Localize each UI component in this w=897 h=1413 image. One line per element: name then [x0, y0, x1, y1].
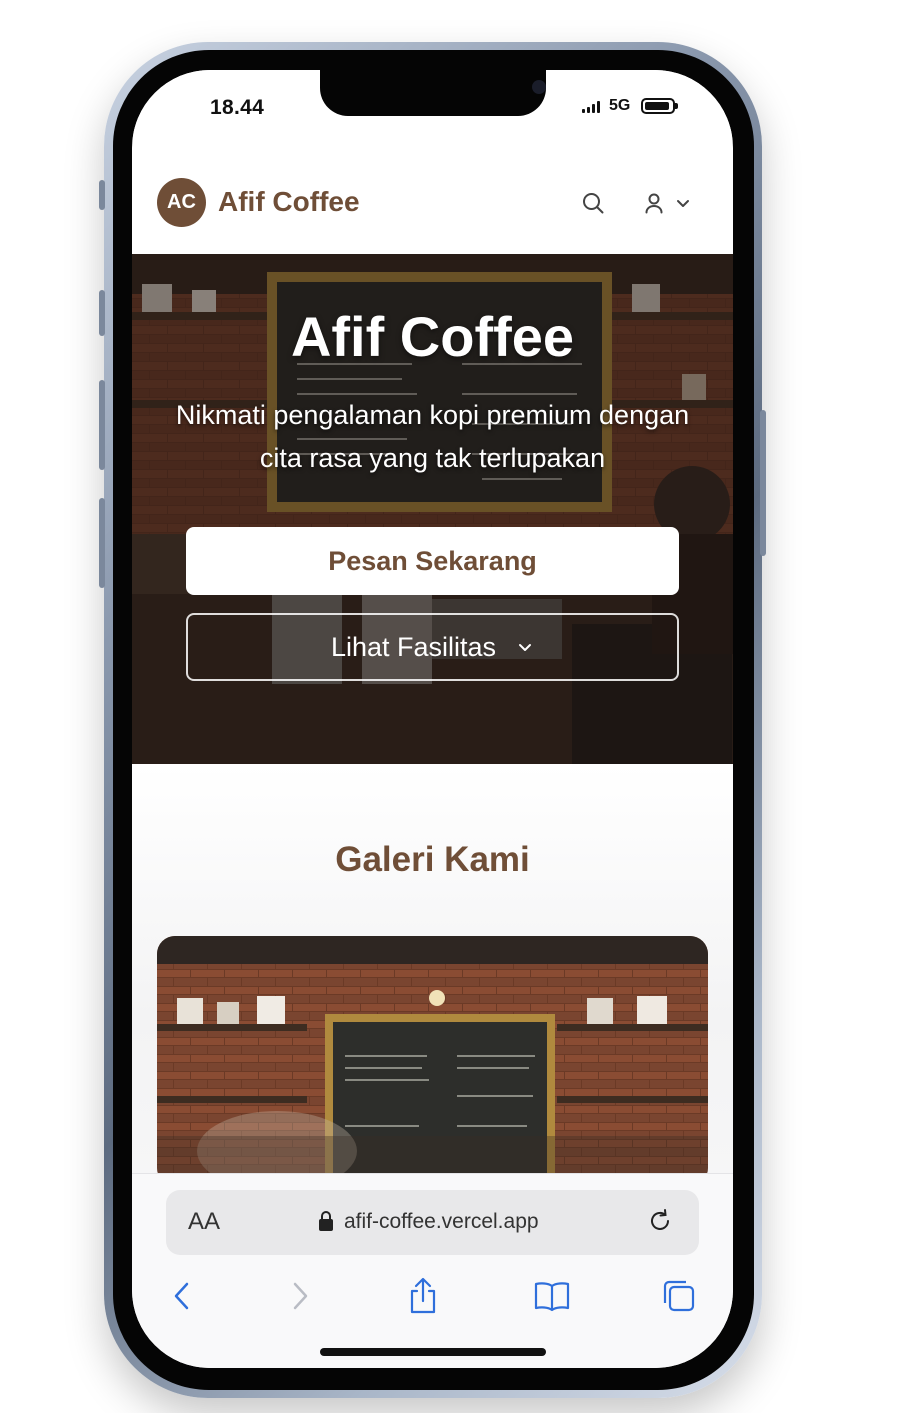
view-facilities-button[interactable]: Lihat Fasilitas — [186, 613, 679, 681]
logo-badge[interactable]: AC — [157, 178, 206, 227]
order-now-label: Pesan Sekarang — [328, 545, 537, 576]
account-menu-button[interactable] — [638, 188, 696, 218]
front-camera — [532, 80, 546, 94]
tabs-button[interactable] — [659, 1276, 699, 1316]
back-button[interactable] — [162, 1276, 202, 1316]
bookmarks-button[interactable] — [532, 1276, 572, 1316]
share-icon — [410, 1277, 436, 1314]
view-facilities-label: Lihat Fasilitas — [330, 631, 497, 662]
chevron-down-icon — [677, 200, 689, 207]
back-icon — [174, 1282, 189, 1310]
lock-icon — [319, 1211, 333, 1231]
brand-name[interactable]: Afif Coffee — [218, 186, 360, 218]
share-button[interactable] — [403, 1276, 443, 1316]
search-button[interactable] — [578, 188, 608, 218]
power-button — [760, 410, 766, 556]
site-header: AC Afif Coffee — [132, 166, 733, 254]
reload-icon[interactable] — [646, 1207, 674, 1235]
order-now-button[interactable]: Pesan Sekarang — [186, 527, 679, 595]
phone-mockup: 18.44 5G AC Afif Coffee Afif Coffee Nikm… — [0, 0, 897, 1413]
status-time: 18.44 — [210, 96, 265, 119]
notch — [320, 70, 546, 116]
home-indicator — [320, 1348, 546, 1356]
gallery-title: Galeri Kami — [335, 840, 530, 879]
hero-title: Afif Coffee — [290, 305, 575, 368]
volume-up-button — [99, 290, 105, 336]
volume-down-button — [99, 380, 105, 470]
status-bar: 18.44 5G — [132, 70, 733, 140]
browser-toolbar: AA afif-coffee.vercel.app — [132, 1173, 733, 1368]
bookmarks-icon — [534, 1282, 570, 1312]
user-icon — [645, 193, 663, 214]
forward-button[interactable] — [280, 1276, 320, 1316]
forward-icon — [293, 1282, 308, 1310]
volume-down-button-2 — [99, 498, 105, 588]
gallery-section: Galeri Kami — [132, 764, 733, 1186]
tabs-icon — [663, 1280, 695, 1312]
mute-switch — [99, 180, 105, 210]
gallery-photo — [157, 936, 708, 1186]
signal-icon — [582, 101, 600, 113]
network-label: 5G — [609, 97, 631, 114]
chevron-down-icon — [519, 644, 532, 651]
phone-screen: 18.44 5G AC Afif Coffee Afif Coffee Nikm… — [132, 70, 733, 1368]
hero-subtitle: Nikmati pengalaman kopi premium dengan c… — [175, 400, 690, 473]
text-size-button[interactable]: AA — [188, 1208, 220, 1236]
search-icon — [583, 193, 604, 214]
address-bar[interactable]: AA afif-coffee.vercel.app — [166, 1190, 699, 1255]
text-size-label: AA — [188, 1208, 221, 1235]
url-text: afif-coffee.vercel.app — [344, 1210, 539, 1233]
hero-section: Afif Coffee Nikmati pengalaman kopi prem… — [132, 254, 733, 764]
battery-icon — [641, 98, 678, 114]
gallery-image[interactable] — [157, 936, 708, 1186]
